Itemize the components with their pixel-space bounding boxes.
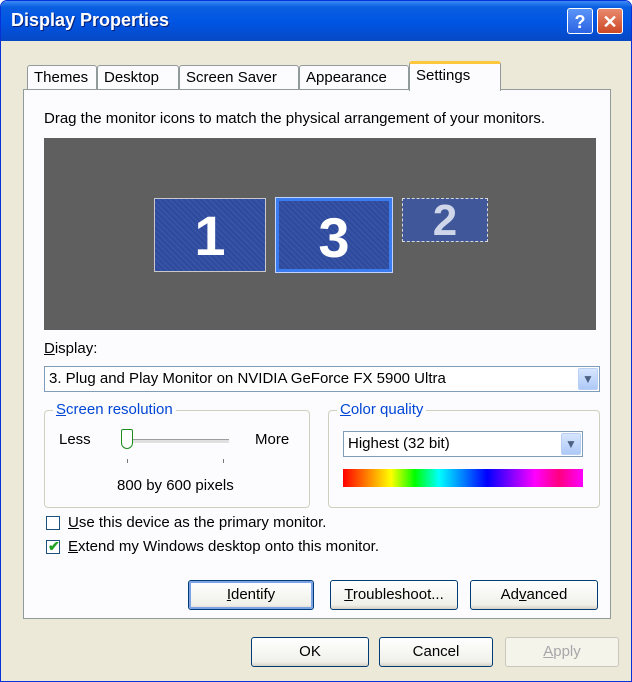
primary-monitor-label[interactable]: Use this device as the primary monitor. — [68, 514, 326, 531]
resolution-slider-track[interactable] — [129, 439, 229, 444]
color-quality-value: Highest (32 bit) — [348, 435, 450, 452]
more-label: More — [255, 431, 290, 448]
tab-settings[interactable]: Settings — [409, 61, 501, 91]
identify-button[interactable]: Identify — [188, 580, 314, 610]
help-button[interactable]: ? — [567, 8, 593, 34]
checkmark-icon: ✔ — [48, 538, 60, 554]
monitor-arrangement-area[interactable]: 1 3 2 — [44, 138, 596, 330]
monitor-3-icon[interactable]: 3 — [275, 197, 393, 273]
tab-desktop[interactable]: Desktop — [97, 65, 179, 89]
monitor-2-icon[interactable]: 2 — [402, 198, 488, 243]
settings-panel: Drag the monitor icons to match the phys… — [23, 89, 611, 619]
title-bar[interactable]: Display Properties ? ✕ — [1, 1, 631, 41]
chevron-down-icon[interactable]: ▼ — [578, 368, 598, 390]
advanced-button[interactable]: Advanced — [470, 580, 598, 610]
chevron-down-icon[interactable]: ▼ — [561, 433, 581, 455]
help-icon: ? — [574, 12, 586, 32]
close-icon: ✕ — [602, 12, 618, 32]
troubleshoot-button[interactable]: Troubleshoot... — [330, 580, 458, 610]
color-quality-title: Color quality — [337, 401, 427, 418]
slider-tick — [223, 459, 224, 463]
apply-button[interactable]: Apply — [505, 637, 619, 667]
extend-desktop-label[interactable]: Extend my Windows desktop onto this moni… — [68, 538, 379, 555]
instruction-text: Drag the monitor icons to match the phys… — [44, 110, 546, 127]
screen-resolution-group: Screen resolution Less More 800 by 600 p… — [44, 401, 310, 508]
display-dropdown[interactable]: 3. Plug and Play Monitor on NVIDIA GeFor… — [44, 366, 600, 392]
window-title: Display Properties — [11, 10, 170, 30]
less-label: Less — [59, 431, 91, 448]
display-properties-window: Display Properties ? ✕ Themes Desktop Sc… — [0, 0, 632, 682]
screen-resolution-title: Screen resolution — [53, 401, 176, 418]
display-dropdown-value: 3. Plug and Play Monitor on NVIDIA GeFor… — [49, 370, 446, 387]
cancel-button[interactable]: Cancel — [379, 637, 493, 667]
resolution-slider-thumb[interactable] — [121, 429, 133, 449]
primary-monitor-checkbox[interactable] — [46, 516, 60, 530]
ok-button[interactable]: OK — [251, 637, 369, 667]
tab-themes[interactable]: Themes — [27, 65, 97, 89]
monitor-1-icon[interactable]: 1 — [154, 198, 266, 272]
color-quality-dropdown[interactable]: Highest (32 bit) ▼ — [343, 431, 583, 457]
display-label: Display: — [44, 340, 98, 357]
tab-screen-saver[interactable]: Screen Saver — [179, 65, 299, 89]
resolution-value: 800 by 600 pixels — [117, 477, 234, 494]
color-quality-group: Color quality Highest (32 bit) ▼ — [328, 401, 600, 508]
tab-appearance[interactable]: Appearance — [299, 65, 409, 89]
color-spectrum-bar — [343, 469, 583, 487]
close-button[interactable]: ✕ — [597, 8, 623, 34]
slider-tick — [127, 459, 128, 463]
extend-desktop-checkbox[interactable]: ✔ — [46, 538, 60, 554]
